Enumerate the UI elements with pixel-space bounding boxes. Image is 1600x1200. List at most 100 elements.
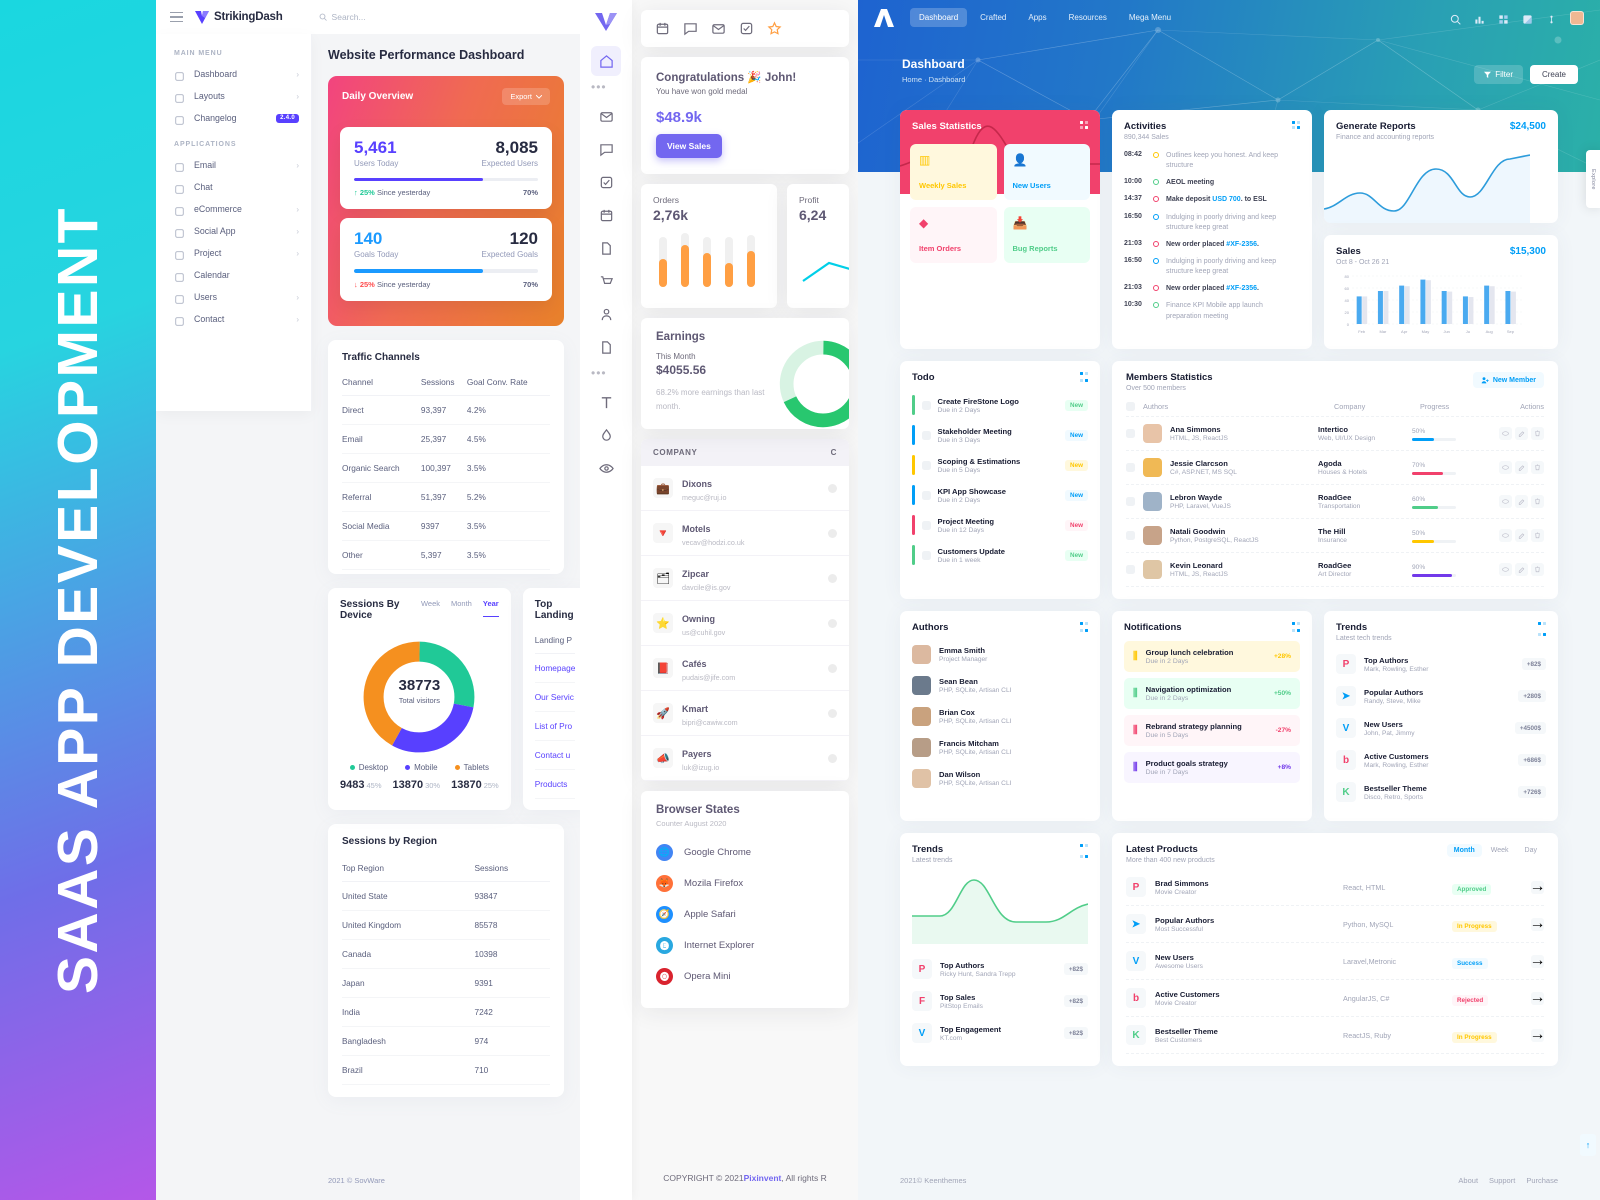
device-period-tabs[interactable]: Week Month Year xyxy=(421,599,499,617)
footer-link-purchase[interactable]: Purchase xyxy=(1526,1176,1558,1185)
go-button[interactable]: → xyxy=(1530,915,1546,932)
delete-button[interactable] xyxy=(1531,461,1544,474)
sales-stat-tiles[interactable]: ▥ Weekly Sales 👤 New Users ◆ Item Orders 📥 Bug … xyxy=(900,144,1100,274)
member-checkbox[interactable] xyxy=(1126,565,1135,574)
delete-button[interactable] xyxy=(1531,563,1544,576)
footer-link-support[interactable]: Support xyxy=(1489,1176,1515,1185)
theme-icon[interactable] xyxy=(1522,12,1534,24)
cart-icon[interactable] xyxy=(591,266,621,296)
more-options-icon[interactable] xyxy=(1080,622,1088,633)
todo-checkbox[interactable] xyxy=(921,400,931,410)
sales-stat-tile[interactable]: 📥 Bug Reports xyxy=(1003,207,1090,263)
sidebar-item-layouts[interactable]: Layouts › xyxy=(156,85,311,107)
company-row[interactable]: 📣 Payers luk@izug.io xyxy=(641,736,849,782)
edit-button[interactable] xyxy=(1515,461,1528,474)
footer-links[interactable]: About Support Purchase xyxy=(1458,1176,1558,1185)
table-row[interactable]: Products xyxy=(534,769,576,799)
table-row[interactable]: Homepage xyxy=(534,653,576,683)
todo-row[interactable]: Customers Update Due in 1 week New xyxy=(912,540,1088,570)
table-row[interactable]: List of Pro xyxy=(534,711,576,741)
doc-icon[interactable] xyxy=(591,332,621,362)
chat-icon[interactable] xyxy=(591,134,621,164)
notification-row[interactable]: ⫼ Rebrand strategy planning Due in 5 Days -… xyxy=(1124,715,1300,746)
device-tab-week[interactable]: Week xyxy=(421,599,440,617)
metronic-nav-icons[interactable] xyxy=(1450,10,1584,25)
latest-products-period-tabs[interactable]: Month Week Day xyxy=(1446,844,1544,857)
search-box[interactable]: Search... xyxy=(319,12,366,22)
more-options-icon[interactable] xyxy=(1292,622,1300,633)
sidebar-item-users[interactable]: Users › xyxy=(156,286,311,308)
company-row[interactable]: ⭐ Owning us@cuhil.gov xyxy=(641,601,849,647)
todo-row[interactable]: Create FireStone Logo Due in 2 Days New xyxy=(912,390,1088,420)
todo-row[interactable]: Scoping & Estimations Due in 5 Days New xyxy=(912,450,1088,480)
eye-icon[interactable] xyxy=(591,453,621,483)
table-row[interactable]: Contact u xyxy=(534,740,576,770)
menu-toggle-icon[interactable] xyxy=(170,11,183,23)
sales-stat-tile[interactable]: ▥ Weekly Sales xyxy=(910,144,997,200)
notification-icon[interactable] xyxy=(1546,12,1558,24)
quick-actions-toolbar[interactable] xyxy=(641,10,849,47)
scroll-to-top-button[interactable]: ↑ xyxy=(1580,1134,1596,1156)
check-icon[interactable] xyxy=(591,167,621,197)
more-options-icon[interactable] xyxy=(1080,844,1088,864)
chart-icon[interactable] xyxy=(1474,12,1486,24)
metronic-nav-items[interactable]: Dashboard Crafted Apps Resources Mega Menu xyxy=(910,8,1180,27)
company-row[interactable]: 🗂 Zipcar davcile@is.gov xyxy=(641,556,849,602)
edit-button[interactable] xyxy=(1515,563,1528,576)
mail-icon[interactable] xyxy=(591,101,621,131)
go-button[interactable]: → xyxy=(1530,878,1546,895)
device-tab-month[interactable]: Month xyxy=(451,599,472,617)
calendar-icon[interactable] xyxy=(591,200,621,230)
more-options-icon[interactable] xyxy=(1080,372,1088,383)
go-button[interactable]: → xyxy=(1530,1026,1546,1043)
search-icon[interactable] xyxy=(1450,12,1462,25)
user-icon[interactable] xyxy=(591,299,621,329)
delete-button[interactable] xyxy=(1531,529,1544,542)
sales-stat-tile[interactable]: ◆ Item Orders xyxy=(910,207,997,263)
sidebar-item-contact[interactable]: Contact › xyxy=(156,308,311,330)
notification-row[interactable]: ⫼ Group lunch celebration Due in 2 Days +28… xyxy=(1124,641,1300,672)
sidebar-item-social-app[interactable]: Social App › xyxy=(156,220,311,242)
member-checkbox[interactable] xyxy=(1126,429,1135,438)
sidebar-item-dashboard[interactable]: Dashboard › xyxy=(156,63,311,85)
filter-button[interactable]: Filter xyxy=(1474,65,1523,84)
edit-button[interactable] xyxy=(1515,495,1528,508)
home-icon[interactable] xyxy=(591,46,621,76)
nav-item-resources[interactable]: Resources xyxy=(1060,8,1116,27)
grid-icon[interactable] xyxy=(1498,12,1510,24)
mail-icon[interactable] xyxy=(711,21,726,36)
delete-button[interactable] xyxy=(1531,427,1544,440)
file-icon[interactable] xyxy=(591,233,621,263)
edit-button[interactable] xyxy=(1515,529,1528,542)
device-tab-year[interactable]: Year xyxy=(482,599,499,617)
create-button[interactable]: Create xyxy=(1529,65,1578,84)
export-button[interactable]: Export xyxy=(502,88,550,105)
edit-button[interactable] xyxy=(1515,427,1528,440)
sidebar-item-calendar[interactable]: Calendar xyxy=(156,264,311,286)
todo-checkbox[interactable] xyxy=(921,430,931,440)
view-sales-button[interactable]: View Sales xyxy=(656,134,722,158)
segment-month[interactable]: Month xyxy=(1446,844,1482,857)
view-button[interactable] xyxy=(1499,427,1512,440)
todo-row[interactable]: KPI App Showcase Due in 2 Days New xyxy=(912,480,1088,510)
nav-item-mega-menu[interactable]: Mega Menu xyxy=(1120,8,1180,27)
sidebar-item-email[interactable]: Email › xyxy=(156,154,311,176)
todo-checkbox[interactable] xyxy=(921,490,931,500)
sidebar-item-changelog[interactable]: Changelog 2.4.0 xyxy=(156,107,311,129)
new-member-button[interactable]: New Member xyxy=(1472,372,1544,388)
view-button[interactable] xyxy=(1499,529,1512,542)
segment-week[interactable]: Week xyxy=(1484,844,1516,857)
company-row[interactable]: 📕 Cafés pudais@jife.com xyxy=(641,646,849,692)
nav-item-apps[interactable]: Apps xyxy=(1019,8,1055,27)
footer-brand-link[interactable]: Pixinvent xyxy=(744,1173,782,1183)
member-checkbox[interactable] xyxy=(1126,531,1135,540)
explore-tab[interactable]: Explore xyxy=(1586,150,1600,208)
delete-button[interactable] xyxy=(1531,495,1544,508)
view-button[interactable] xyxy=(1499,461,1512,474)
segment-day[interactable]: Day xyxy=(1518,844,1544,857)
checklist-icon[interactable] xyxy=(739,21,754,36)
notification-row[interactable]: ⫼ Product goals strategy Due in 7 Days +8% xyxy=(1124,752,1300,783)
star-icon[interactable] xyxy=(767,21,782,36)
todo-checkbox[interactable] xyxy=(921,460,931,470)
nav-item-dashboard[interactable]: Dashboard xyxy=(910,8,968,27)
